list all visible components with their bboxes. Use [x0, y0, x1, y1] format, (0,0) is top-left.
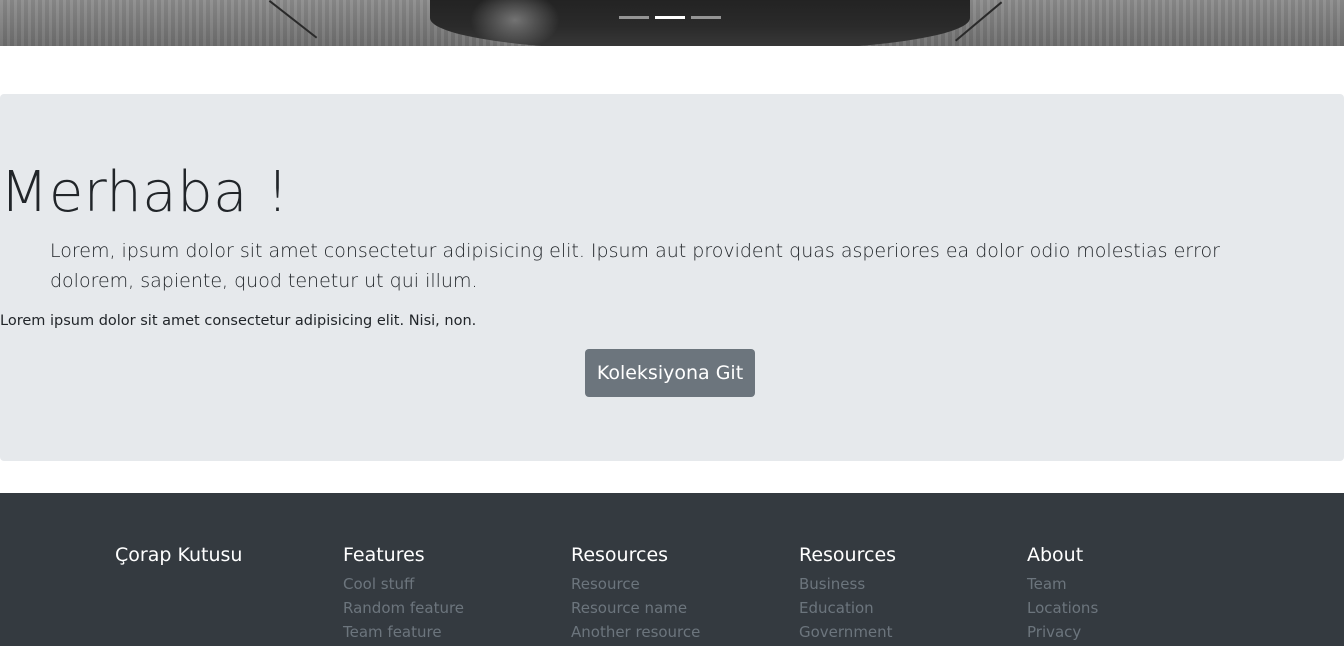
footer-link[interactable]: Random feature: [343, 599, 464, 617]
go-to-collection-button[interactable]: Koleksiyona Git: [585, 349, 755, 397]
jumbotron-title: Merhaba !: [0, 160, 290, 225]
footer-heading: Features: [343, 544, 425, 566]
footer-link[interactable]: Privacy: [1027, 623, 1081, 641]
footer-link[interactable]: Cool stuff: [343, 575, 414, 593]
carousel-indicator-2[interactable]: [655, 16, 685, 19]
footer-heading: Resources: [799, 544, 897, 566]
carousel[interactable]: [0, 0, 1344, 46]
footer-link[interactable]: Resource: [571, 575, 640, 593]
carousel-indicator-1[interactable]: [619, 16, 649, 19]
footer-link-list: Team Locations Privacy: [1027, 572, 1255, 644]
carousel-image-highlight: [470, 0, 560, 46]
carousel-indicator-3[interactable]: [691, 16, 721, 19]
footer-heading: About: [1027, 544, 1084, 566]
footer-link[interactable]: Education: [799, 599, 874, 617]
footer-column-resources: Resources Resource Resource name Another…: [571, 542, 799, 644]
footer-link[interactable]: Business: [799, 575, 865, 593]
footer-brand: Çorap Kutusu: [115, 544, 243, 566]
footer-link[interactable]: Another resource: [571, 623, 700, 641]
footer-brand-column: Çorap Kutusu: [115, 542, 343, 572]
footer-column-resources-2: Resources Business Education Government: [799, 542, 1027, 644]
jumbotron-lead-text: Lorem, ipsum dolor sit amet consectetur …: [50, 240, 1220, 292]
footer-link[interactable]: Team: [1027, 575, 1067, 593]
footer-link-list: Business Education Government: [799, 572, 1027, 644]
footer-link[interactable]: Locations: [1027, 599, 1098, 617]
jumbotron-text: Lorem ipsum dolor sit amet consectetur a…: [0, 313, 477, 329]
footer-link-list: Cool stuff Random feature Team feature: [343, 572, 571, 644]
carousel-indicators: [619, 16, 721, 19]
footer-column-about: About Team Locations Privacy: [1027, 542, 1255, 644]
footer-link[interactable]: Team feature: [343, 623, 442, 641]
footer-link[interactable]: Resource name: [571, 599, 687, 617]
footer: Çorap Kutusu Features Cool stuff Random …: [0, 493, 1344, 646]
carousel-image-detail: [268, 0, 318, 39]
footer-link[interactable]: Government: [799, 623, 893, 641]
footer-link-list: Resource Resource name Another resource: [571, 572, 799, 644]
footer-heading: Resources: [571, 544, 669, 566]
footer-column-features: Features Cool stuff Random feature Team …: [343, 542, 571, 644]
